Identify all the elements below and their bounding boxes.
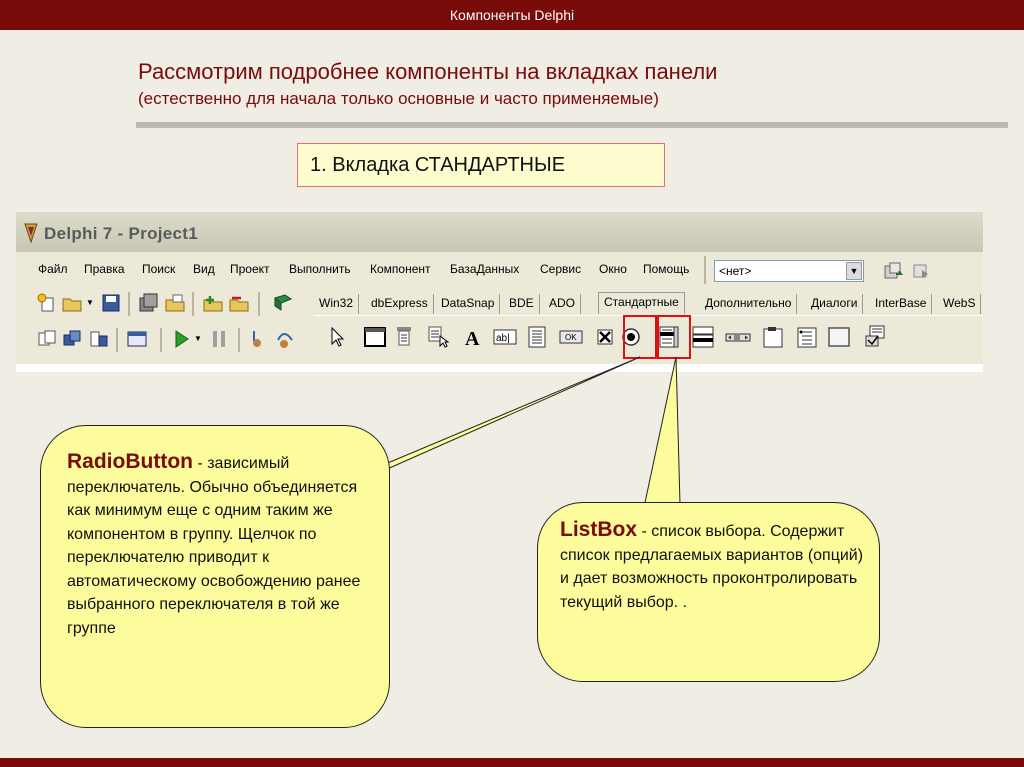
tab-interbase[interactable]: InterBase [870,294,933,314]
listbox-pointer [642,356,681,513]
radiogroup-icon[interactable] [794,324,820,350]
groupbox-icon[interactable] [760,324,786,350]
remove-from-project-icon[interactable] [228,292,250,314]
tab-standard[interactable]: Стандартные [598,292,685,314]
toggle-form-unit-icon[interactable] [88,328,110,350]
actionlist-icon[interactable] [862,324,888,350]
open-project-icon[interactable] [882,260,904,282]
view-form-icon[interactable] [61,328,83,350]
radiobutton-callout: RadioButton - зависимый переключатель. О… [40,425,390,728]
memo-icon[interactable] [524,324,550,350]
delphi-titlebar: Delphi 7 - Project1 [16,212,983,252]
radiobutton-highlight [623,315,657,359]
tab-ado[interactable]: ADO [544,294,582,314]
radiobutton-pointer [351,356,641,479]
toolbar-separator [160,328,162,352]
radiobutton-text: - зависимый переключатель. Обычно объеди… [67,455,361,637]
svg-text:A: A [465,328,480,350]
pause-icon[interactable] [208,328,230,350]
listbox-highlight [657,315,691,359]
chevron-down-icon[interactable]: ▼ [194,334,202,343]
menu-window[interactable]: Окно [599,262,627,276]
toolbar-separator [192,292,194,316]
slide-footer [0,758,1024,767]
toolbar-separator [128,292,130,316]
radiobutton-description: RadioButton - зависимый переключатель. О… [67,450,377,640]
svg-text:OK: OK [565,333,577,342]
edit-icon[interactable]: ab| [492,324,518,350]
menu-tools[interactable]: Сервис [540,262,581,276]
slide-heading: Рассмотрим подробнее компоненты на вклад… [138,59,718,84]
listbox-callout: ListBox - список выбора. Содержит список… [537,502,880,682]
toolbar-separator [258,292,260,316]
slide-header-title: Компоненты Delphi [449,7,575,23]
component-combo-value: <нет> [719,264,752,278]
popupmenu-icon[interactable] [426,324,452,350]
new-items-icon[interactable] [36,292,58,314]
slide-subheading: (естественно для начала только основные … [138,89,659,108]
component-combo[interactable]: <нет> ▼ [714,260,864,282]
menu-run[interactable]: Выполнить [289,262,351,276]
slide-header: Компоненты Delphi [0,0,1024,30]
checkbox-icon[interactable] [592,324,618,350]
trace-into-icon[interactable] [248,328,270,350]
menu-edit[interactable]: Правка [84,262,125,276]
save-icon[interactable] [100,292,122,314]
run-to-icon[interactable] [910,260,932,282]
chevron-down-icon[interactable]: ▼ [86,298,94,307]
chevron-down-icon[interactable]: ▼ [846,262,862,280]
open-project-folder-icon[interactable] [164,292,186,314]
run-icon[interactable] [170,328,192,350]
menu-bar: Файл Правка Поиск Вид Проект Выполнить К… [16,256,716,284]
frames-icon[interactable] [362,324,388,350]
button-icon[interactable]: OK [558,324,584,350]
pointer-icon[interactable] [324,324,350,350]
tab-dialogs[interactable]: Диалоги [806,294,864,314]
tab-dbexpress[interactable]: dbExpress [366,294,434,314]
toolbar-separator [238,328,240,352]
label-icon[interactable]: A [460,324,486,350]
open-folder-icon[interactable] [61,292,83,314]
new-form-icon[interactable] [126,328,148,350]
menu-search[interactable]: Поиск [142,262,175,276]
svg-text:ab|: ab| [496,333,510,344]
palette-tabs: Win32 dbExpress DataSnap BDE ADO Стандар… [314,292,983,314]
window-bottom-strip [16,364,983,372]
menu-view[interactable]: Вид [193,262,215,276]
tab-websnap[interactable]: WebS [938,294,982,314]
menu-database[interactable]: БазаДанных [450,262,519,276]
listbox-term: ListBox [560,518,638,541]
menu-project[interactable]: Проект [230,262,270,276]
menu-separator [704,256,706,284]
panel-icon[interactable] [826,324,852,350]
radiobutton-term: RadioButton [67,450,193,473]
delphi-logo-icon [24,223,38,244]
listbox-description: ListBox - список выбора. Содержит список… [560,518,870,614]
save-all-icon[interactable] [138,292,160,314]
combobox-icon[interactable] [690,324,716,350]
divider [136,122,1008,128]
menu-help[interactable]: Помощь [643,262,689,276]
mainmenu-icon[interactable] [394,324,420,350]
delphi-window: Delphi 7 - Project1 Файл Правка Поиск Ви… [16,212,983,372]
delphi-title: Delphi 7 - Project1 [44,224,199,243]
menu-component[interactable]: Компонент [370,262,431,276]
tab-caption-box: 1. Вкладка СТАНДАРТНЫЕ [297,143,665,187]
tab-additional[interactable]: Дополнительно [700,294,798,314]
menu-file[interactable]: Файл [38,262,68,276]
add-to-project-icon[interactable] [202,292,224,314]
step-over-icon[interactable] [274,328,296,350]
help-book-icon[interactable] [272,292,294,314]
tab-bde[interactable]: BDE [504,294,540,314]
view-unit-icon[interactable] [36,328,58,350]
toolbar-separator [116,328,118,352]
tab-datasnap[interactable]: DataSnap [436,294,501,314]
scrollbar-icon[interactable] [724,324,752,350]
tab-win32[interactable]: Win32 [314,294,360,314]
